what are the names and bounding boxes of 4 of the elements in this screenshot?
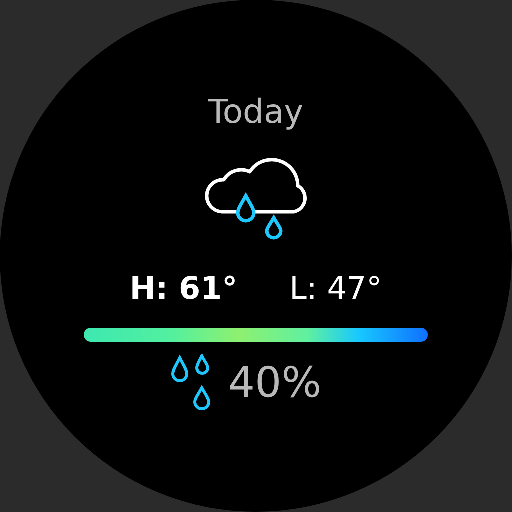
high-temperature: H: 61° (130, 270, 238, 308)
low-temperature: L: 47° (290, 270, 382, 308)
day-label: Today (208, 92, 304, 132)
precipitation-chance: 40% (228, 357, 322, 409)
